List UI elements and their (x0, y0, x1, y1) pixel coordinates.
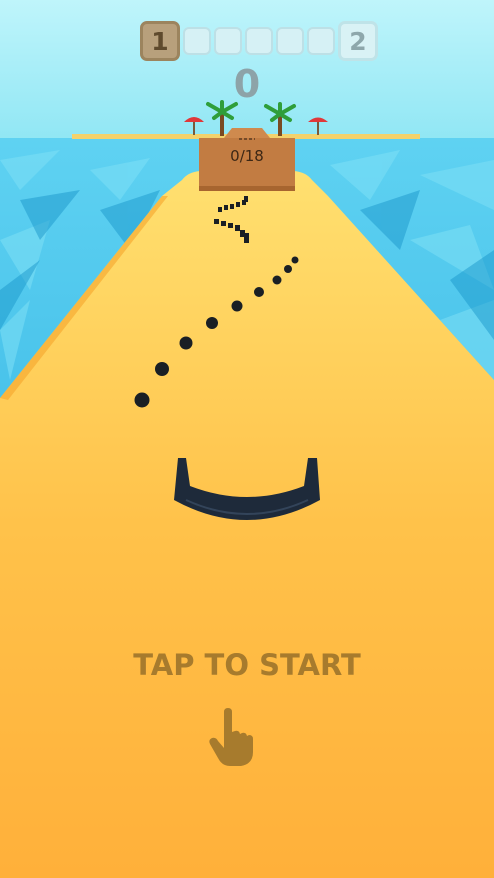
progress-segment (183, 27, 211, 55)
level-progress: 1 2 (140, 19, 378, 63)
box-counter: 0/18 (230, 147, 264, 165)
progress-segment (245, 27, 273, 55)
tap-hand-icon[interactable] (206, 706, 258, 768)
tap-to-start-text[interactable]: TAP TO START (0, 648, 494, 682)
progress-segment (276, 27, 304, 55)
hud: 1 2 0 (0, 0, 494, 120)
current-level-badge: 1 (140, 21, 180, 61)
next-level-badge: 2 (338, 21, 378, 61)
score: 0 (233, 62, 261, 106)
progress-segment (214, 27, 242, 55)
progress-segment (307, 27, 335, 55)
